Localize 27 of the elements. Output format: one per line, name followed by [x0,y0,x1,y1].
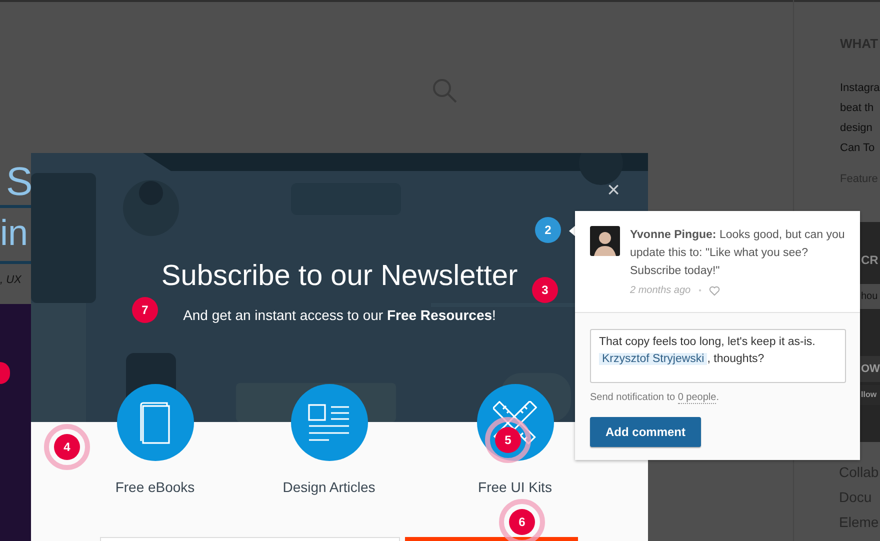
panel-heading: CR [861,252,878,269]
modal-subtitle: And get an instant access to our Free Resources! [183,306,496,325]
sidebar-text: Instagra [840,80,880,96]
add-comment-button[interactable]: Add comment [590,417,701,447]
feature-label: Free eBooks [115,478,195,497]
page-heading: in [0,212,28,253]
feature-label: Design Articles [282,478,376,497]
comment-time: 2 months ago [630,284,691,298]
panel-button[interactable]: llow [860,385,880,405]
sidebar-text: Can To [840,140,876,156]
feature-label: Free UI Kits [478,478,552,497]
book-icon [138,400,172,444]
panel-button[interactable]: OW [860,356,880,382]
sidebar-text: design [840,120,874,136]
notification-note: Send notification to 0 people. [590,391,720,405]
reply-field[interactable]: That copy feels too long, let's keep it as-is. Krzysztof Stryjewski , thoughts? [590,329,846,383]
people-link[interactable]: 0 people [678,392,716,404]
modal-title: Subscribe to our Newsletter [161,259,518,293]
comment-text: Yvonne Pingue: Looks good, but can you update this to: "Like what you see? Subscribe today!" [630,228,845,279]
mention-tag[interactable]: Krzysztof Stryjewski [599,353,708,365]
avatar [590,226,620,256]
byline: , UX [0,273,22,288]
page-heading: S [6,160,33,204]
sidebar-text: beat th [840,100,875,116]
separator-dot: • [698,284,702,296]
article-icon [307,402,351,442]
close-button[interactable]: × [607,178,620,202]
